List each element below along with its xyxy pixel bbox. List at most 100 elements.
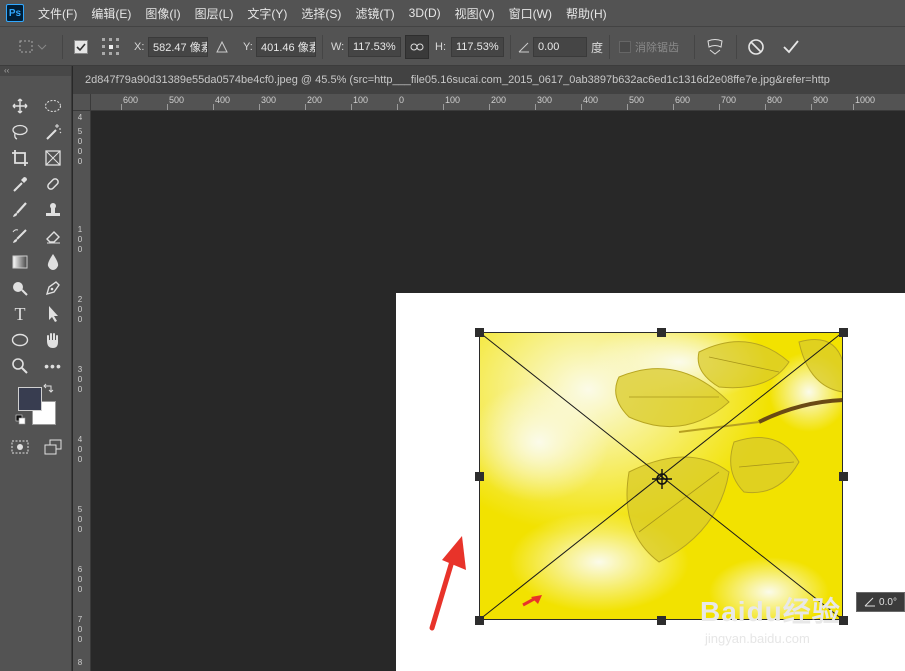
handle-bottom-left[interactable]	[475, 616, 484, 625]
handle-middle-right[interactable]	[839, 472, 848, 481]
link-aspect-button[interactable]	[405, 27, 429, 67]
move-tool-icon[interactable]	[7, 94, 33, 118]
ellipse-tool-icon[interactable]	[7, 328, 33, 352]
type-tool-icon[interactable]: T	[7, 302, 33, 326]
ruler-label: 0	[77, 235, 83, 244]
ruler-label: 0	[77, 585, 83, 594]
menu-filter[interactable]: 滤镜(T)	[355, 5, 394, 22]
y-position-field[interactable]: 401.46 像素	[256, 37, 316, 57]
menu-image[interactable]: 图像(I)	[145, 5, 180, 22]
antialias-checkbox[interactable]	[619, 27, 631, 67]
handle-middle-left[interactable]	[475, 472, 484, 481]
path-selection-tool-icon[interactable]	[40, 302, 66, 326]
default-colors-icon[interactable]	[14, 413, 28, 427]
ruler-label: 0	[77, 137, 83, 146]
height-field[interactable]: 117.53%	[451, 37, 504, 57]
screen-mode-icon[interactable]	[40, 435, 66, 459]
frame-tool-icon[interactable]	[40, 146, 66, 170]
menu-window[interactable]: 窗口(W)	[509, 5, 552, 22]
ruler-label: 600	[123, 95, 139, 105]
ruler-label: 100	[353, 95, 369, 105]
ruler-label: 5	[77, 127, 83, 136]
quick-mask-icon[interactable]	[7, 435, 33, 459]
document-tab[interactable]: 2d847f79a90d31389e55da0574be4cf0.jpeg @ …	[73, 66, 905, 94]
menu-help[interactable]: 帮助(H)	[566, 5, 607, 22]
x-label: X:	[134, 41, 145, 53]
ruler-label: 0	[77, 625, 83, 634]
reference-point-grid-icon[interactable]	[101, 27, 121, 67]
ruler-label: 200	[491, 95, 507, 105]
eyedropper-tool-icon[interactable]	[7, 172, 33, 196]
marquee-tool-icon[interactable]	[40, 94, 66, 118]
ruler-label: 200	[307, 95, 323, 105]
foreground-color-swatch[interactable]	[18, 387, 42, 411]
ruler-label: 900	[813, 95, 829, 105]
ruler-label: 0	[77, 455, 83, 464]
menu-view[interactable]: 视图(V)	[455, 5, 495, 22]
baidu-watermark: Baidu经验	[700, 590, 841, 630]
menu-type[interactable]: 文字(Y)	[247, 5, 287, 22]
rotation-angle-readout: 0.0°	[856, 592, 905, 612]
ruler-label: 0	[77, 157, 83, 166]
ruler-label: 300	[537, 95, 553, 105]
clone-stamp-tool-icon[interactable]	[40, 198, 66, 222]
history-brush-tool-icon[interactable]	[7, 224, 33, 248]
ruler-label: 400	[215, 95, 231, 105]
handle-top-center[interactable]	[657, 328, 666, 337]
ruler-label: 500	[629, 95, 645, 105]
x-position-field[interactable]: 582.47 像素	[148, 37, 208, 57]
ruler-label: 0	[77, 515, 83, 524]
hand-tool-icon[interactable]	[40, 328, 66, 352]
pen-tool-icon[interactable]	[40, 276, 66, 300]
menu-edit[interactable]: 编辑(E)	[91, 5, 131, 22]
menu-file[interactable]: 文件(F)	[38, 5, 77, 22]
crop-tool-icon[interactable]	[7, 146, 33, 170]
blur-tool-icon[interactable]	[40, 250, 66, 274]
brush-tool-icon[interactable]	[7, 198, 33, 222]
magic-wand-tool-icon[interactable]	[40, 120, 66, 144]
ruler-label: 1000	[855, 95, 876, 105]
menu-select[interactable]: 选择(S)	[301, 5, 341, 22]
handle-top-left[interactable]	[475, 328, 484, 337]
ruler-label: 0	[399, 95, 405, 105]
ruler-label: 0	[77, 575, 83, 584]
ruler-label: 0	[77, 385, 83, 394]
delta-icon[interactable]	[216, 27, 228, 67]
ruler-label: 800	[767, 95, 783, 105]
handle-bottom-center[interactable]	[657, 616, 666, 625]
watermark-brand: Baidu经验	[700, 596, 841, 627]
menu-layer[interactable]: 图层(L)	[195, 5, 234, 22]
move-tool-preset-icon[interactable]	[18, 27, 48, 67]
tools-panel: ‹‹ T •••	[0, 66, 72, 671]
cancel-transform-icon[interactable]	[747, 27, 765, 67]
antialias-label: 消除锯齿	[635, 42, 679, 54]
commit-transform-icon[interactable]	[782, 27, 800, 67]
menu-3d[interactable]: 3D(D)	[409, 6, 441, 20]
collapse-panel-icon[interactable]: ‹‹	[0, 66, 71, 76]
ruler-label: 2	[77, 295, 83, 304]
eraser-tool-icon[interactable]	[40, 224, 66, 248]
ruler-label: 700	[721, 95, 737, 105]
dodge-tool-icon[interactable]	[7, 276, 33, 300]
reference-point-checkbox[interactable]	[74, 27, 88, 67]
warp-mode-icon[interactable]	[706, 27, 724, 67]
swap-colors-icon[interactable]	[40, 380, 56, 396]
more-tools-icon[interactable]: •••	[40, 354, 66, 378]
horizontal-ruler[interactable]: 600 500 400 300 200 100 0 100 200 300 40…	[91, 94, 905, 111]
ruler-origin[interactable]	[73, 94, 91, 111]
ruler-label: 600	[675, 95, 691, 105]
vertical-ruler[interactable]: 4 5 0 0 0 1 0 0 2 0 0 3 0 0 4 0 0 5 0 0 …	[73, 111, 91, 671]
ruler-label: 0	[77, 635, 83, 644]
lasso-tool-icon[interactable]	[7, 120, 33, 144]
zoom-tool-icon[interactable]	[7, 354, 33, 378]
angle-icon	[864, 597, 876, 607]
reference-point-crosshair-icon[interactable]	[651, 468, 673, 490]
y-label: Y:	[243, 41, 253, 53]
gradient-tool-icon[interactable]	[7, 250, 33, 274]
angle-field[interactable]: 0.00	[533, 37, 587, 57]
ruler-label: 100	[445, 95, 461, 105]
width-field[interactable]: 117.53%	[348, 37, 401, 57]
ruler-label: 0	[77, 375, 83, 384]
healing-brush-tool-icon[interactable]	[40, 172, 66, 196]
handle-top-right[interactable]	[839, 328, 848, 337]
